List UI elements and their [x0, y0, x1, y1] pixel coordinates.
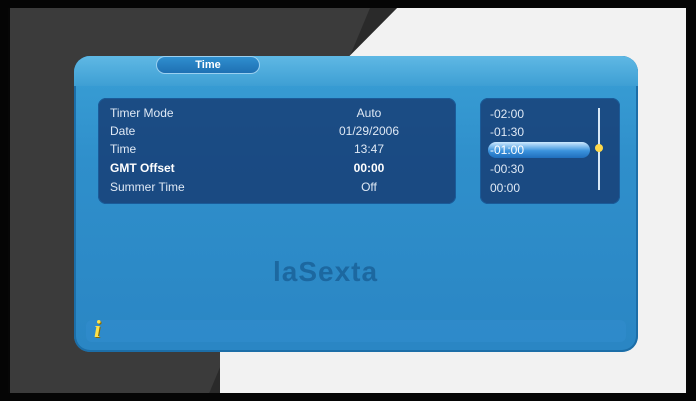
dialog-title: Time [195, 59, 221, 71]
offset-option[interactable]: 00:00 [490, 180, 600, 196]
time-settings-dialog: Time laSexta Timer Mode Auto Date 01/29/… [74, 56, 638, 352]
setting-value: 13:47 [353, 142, 385, 156]
offset-option[interactable]: -00:30 [490, 161, 600, 177]
setting-value: 01/29/2006 [338, 124, 400, 138]
offset-list-panel: -02:00 -01:30 -01:00 -00:30 00:00 [480, 98, 620, 204]
scrollbar-thumb[interactable] [595, 144, 603, 152]
setting-row-time[interactable]: Time 13:47 [110, 142, 446, 160]
setting-value: Auto [356, 106, 382, 120]
offset-option[interactable]: -02:00 [490, 106, 600, 122]
offset-option[interactable]: -01:30 [490, 124, 600, 140]
setting-row-date[interactable]: Date 01/29/2006 [110, 124, 446, 142]
setting-label: GMT Offset [110, 161, 175, 175]
setting-row-gmt-offset[interactable]: GMT Offset 00:00 [110, 161, 446, 179]
info-icon[interactable]: i [94, 318, 112, 342]
help-bar [86, 320, 626, 342]
setting-value: Off [361, 180, 377, 194]
setting-label: Date [110, 124, 136, 138]
channel-logo-watermark: laSexta [273, 256, 379, 287]
setting-label: Summer Time [110, 180, 185, 194]
setting-row-summer-time[interactable]: Summer Time Off [110, 180, 446, 198]
setting-row-timer-mode[interactable]: Timer Mode Auto [110, 106, 446, 124]
dialog-title-tab: Time [156, 56, 260, 74]
setting-label: Time [110, 142, 137, 156]
setting-value: 00:00 [353, 161, 385, 175]
setting-label: Timer Mode [110, 106, 174, 120]
offset-option-selected[interactable]: -01:00 [488, 142, 590, 158]
settings-panel: Timer Mode Auto Date 01/29/2006 Time 13:… [98, 98, 456, 204]
